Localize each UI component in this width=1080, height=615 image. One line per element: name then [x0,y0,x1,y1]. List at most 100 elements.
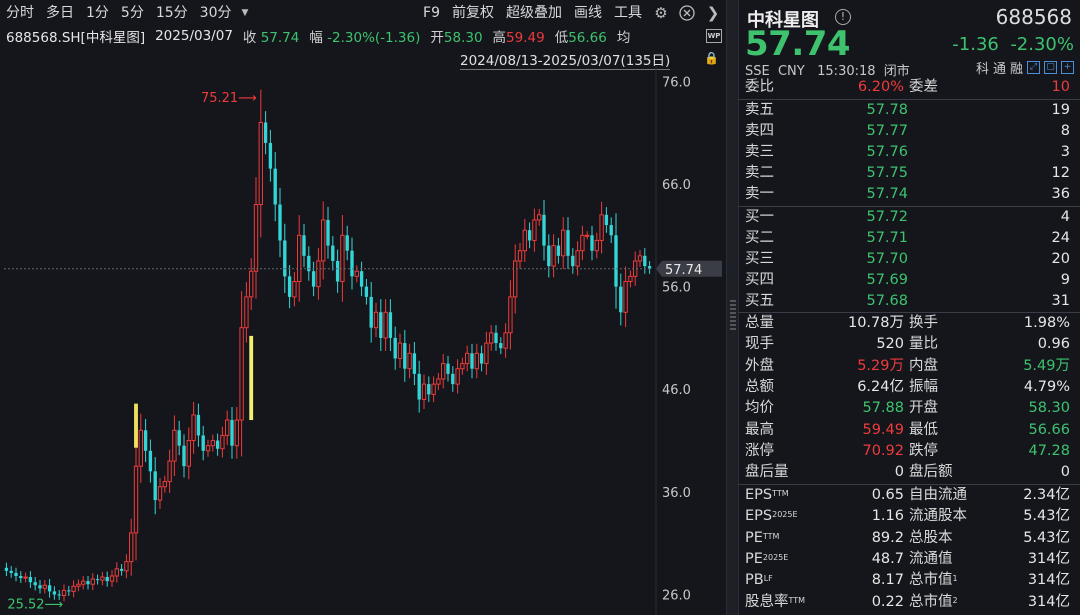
ask-row[interactable]: 卖一 57.74 36 [739,184,1080,205]
stat-label: 换手 [909,315,938,331]
overlay-button[interactable]: 超级叠加 [500,0,568,26]
add-icon[interactable]: + [1061,61,1074,74]
bid-price: 57.70 [866,251,908,267]
candle-body [57,594,61,596]
candle-body [278,204,282,241]
bid-volume: 20 [1051,251,1070,267]
candle-body [244,296,249,329]
fundamental-label: 总市值2 [909,592,958,613]
candle-body [369,296,373,328]
candle-body [297,234,302,282]
ask-level-label: 卖一 [745,186,774,202]
candle-body [340,234,345,282]
range-label: 幅 [309,30,323,46]
lock-icon[interactable]: 🔒 [704,51,719,65]
bid-level-label: 买五 [745,293,774,309]
ask-row[interactable]: 卖四 57.77 8 [739,121,1080,142]
info-icon[interactable]: ! [835,9,851,25]
bid-row[interactable]: 买四 57.69 9 [739,270,1080,291]
candle-body [162,481,167,488]
candle-body [575,250,580,267]
candle-body [566,230,570,256]
bid-row[interactable]: 买二 57.71 24 [739,228,1080,249]
expand-icon[interactable]: ⤢ [1027,61,1040,74]
settings-gear-icon[interactable]: ⚙ [648,0,674,26]
fundamental-row: PE2025E 48.7 流通值 314亿 [739,549,1080,570]
fundamental-label: PBLF [745,570,773,591]
highlight-candle [134,403,138,448]
candle-body [623,280,628,313]
fundamental-label: 总市值1 [909,570,958,591]
metric-name: PB [745,572,764,589]
f9-button[interactable]: F9 [417,0,446,26]
close-icon[interactable] [674,0,700,26]
max-price-label: 75.21⟶ [201,91,257,106]
ask-volume: 12 [1051,165,1070,181]
candle-body [292,280,297,298]
fundamental-label: PETTM [745,528,779,549]
candle-body [537,214,542,221]
bid-row[interactable]: 买五 57.68 31 [739,291,1080,312]
fundamental-value: 314亿 [1027,550,1070,567]
candle-body [67,590,71,592]
stat-value: 0 [894,464,904,481]
divider-grip-icon[interactable] [730,300,736,330]
ask-volume: 3 [1060,144,1070,160]
candlestick-chart[interactable]: 76.0 66.0 56.0 46.0 36.0 26.0 57.74 75.21⟶ 25.52… [0,66,726,615]
wp-icon[interactable]: WP [706,29,722,43]
stat-row: 盘后量 0 盘后额 0 [739,462,1080,483]
last-price-tag-label: 57.74 [665,263,702,278]
bid-volume: 31 [1051,293,1070,309]
bid-row[interactable]: 买三 57.70 20 [739,249,1080,270]
ask-volume: 8 [1060,123,1070,139]
ask-row[interactable]: 卖五 57.78 19 [739,100,1080,121]
stat-value: 57.88 [862,400,904,417]
bid-row[interactable]: 买一 57.72 4 [739,207,1080,228]
tab-multi-day[interactable]: 多日 [40,0,80,26]
tab-30min[interactable]: 30分 [194,0,238,26]
collapse-chevron-icon[interactable]: ❯ [700,0,726,26]
metric-suffix: 1 [952,574,958,584]
stat-label: 内盘 [909,357,938,374]
fundamental-value: 0.22 [871,593,904,610]
tab-15min[interactable]: 15分 [150,0,194,26]
ask-row[interactable]: 卖二 57.75 12 [739,163,1080,184]
tab-intraday[interactable]: 分时 [0,0,40,26]
tools-button[interactable]: 工具 [608,0,648,26]
adjust-button[interactable]: 前复权 [446,0,500,26]
candle-body [23,576,28,579]
fundamental-row: PETTM 89.2 总股本 5.43亿 [739,528,1080,549]
tab-1min[interactable]: 1分 [80,0,115,26]
quote-header: 中科星图 ! 688568 57.74 -1.36 -2.30% SSE CNY… [739,0,1080,80]
stat-value: 520 [876,336,904,353]
tab-5min[interactable]: 5分 [115,0,150,26]
candle-body [283,240,287,277]
avg-label: 均 [616,30,631,46]
candle-body [513,260,518,298]
fundamental-label: 自由流通 [909,485,967,506]
candle-body [345,235,349,251]
tag-star-market: 科 [975,62,989,77]
stat-value: 0 [1060,464,1070,481]
ask-volume: 19 [1051,102,1070,118]
candle-body [196,414,201,436]
stat-label: 总额 [745,378,774,395]
candle-body [114,568,119,577]
metric-suffix: LF [763,574,773,584]
panel-divider[interactable] [726,0,739,615]
metric-name: 流通值 [909,550,953,567]
highlight-candle [249,335,254,421]
candle-body [451,373,455,385]
candle-body [585,234,590,237]
candle-body [239,327,244,421]
window-icon[interactable]: ▢ [1044,61,1057,74]
metric-suffix: TTM [772,489,789,498]
y-tick-label: 36.0 [662,486,691,501]
candle-body [427,384,431,395]
candle-body [28,577,33,583]
metric-name: 总股本 [909,529,953,546]
candle-body [643,255,647,267]
ask-row[interactable]: 卖三 57.76 3 [739,142,1080,163]
draw-line-button[interactable]: 画线 [568,0,608,26]
more-periods-caret-icon[interactable]: ▼ [238,8,253,18]
